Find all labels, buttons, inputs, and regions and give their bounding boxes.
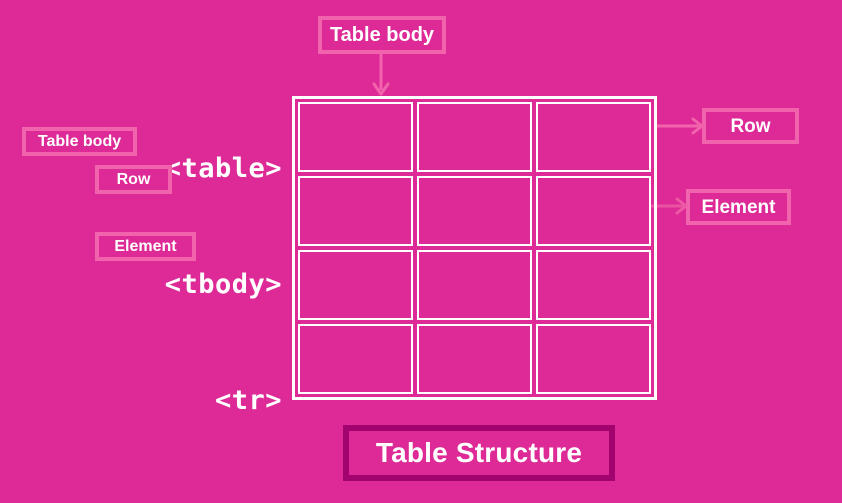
table-cell: [298, 102, 413, 172]
arrow-down-to-table-icon: [372, 52, 390, 96]
callout-element-right: Element: [686, 189, 791, 225]
table-cell: [298, 324, 413, 394]
table-cell: [417, 176, 532, 246]
table-cell: [536, 102, 651, 172]
table-cell: [536, 176, 651, 246]
table-grid: [292, 96, 657, 400]
code-line-tr-open: <tr>: [214, 385, 282, 417]
arrow-right-to-row-icon: [656, 117, 704, 135]
callout-row-right: Row: [702, 108, 799, 144]
callout-table-body-top: Table body: [318, 16, 446, 54]
diagram-canvas: <table> <tbody> <tr> <td> </td> </tr> </…: [0, 0, 842, 503]
callout-element-left: Element: [95, 232, 196, 261]
table-cell: [417, 102, 532, 172]
table-cell: [417, 324, 532, 394]
table-cell: [298, 176, 413, 246]
code-line-tbody-open: <tbody>: [164, 268, 282, 300]
table-cell: [536, 250, 651, 320]
table-cell: [536, 324, 651, 394]
table-cell: [298, 250, 413, 320]
table-cell: [417, 250, 532, 320]
callout-row-left: Row: [95, 165, 172, 194]
callout-table-body-left: Table body: [22, 127, 137, 156]
diagram-title: Table Structure: [343, 425, 615, 481]
code-line-td-open: <td>: [40, 499, 282, 503]
